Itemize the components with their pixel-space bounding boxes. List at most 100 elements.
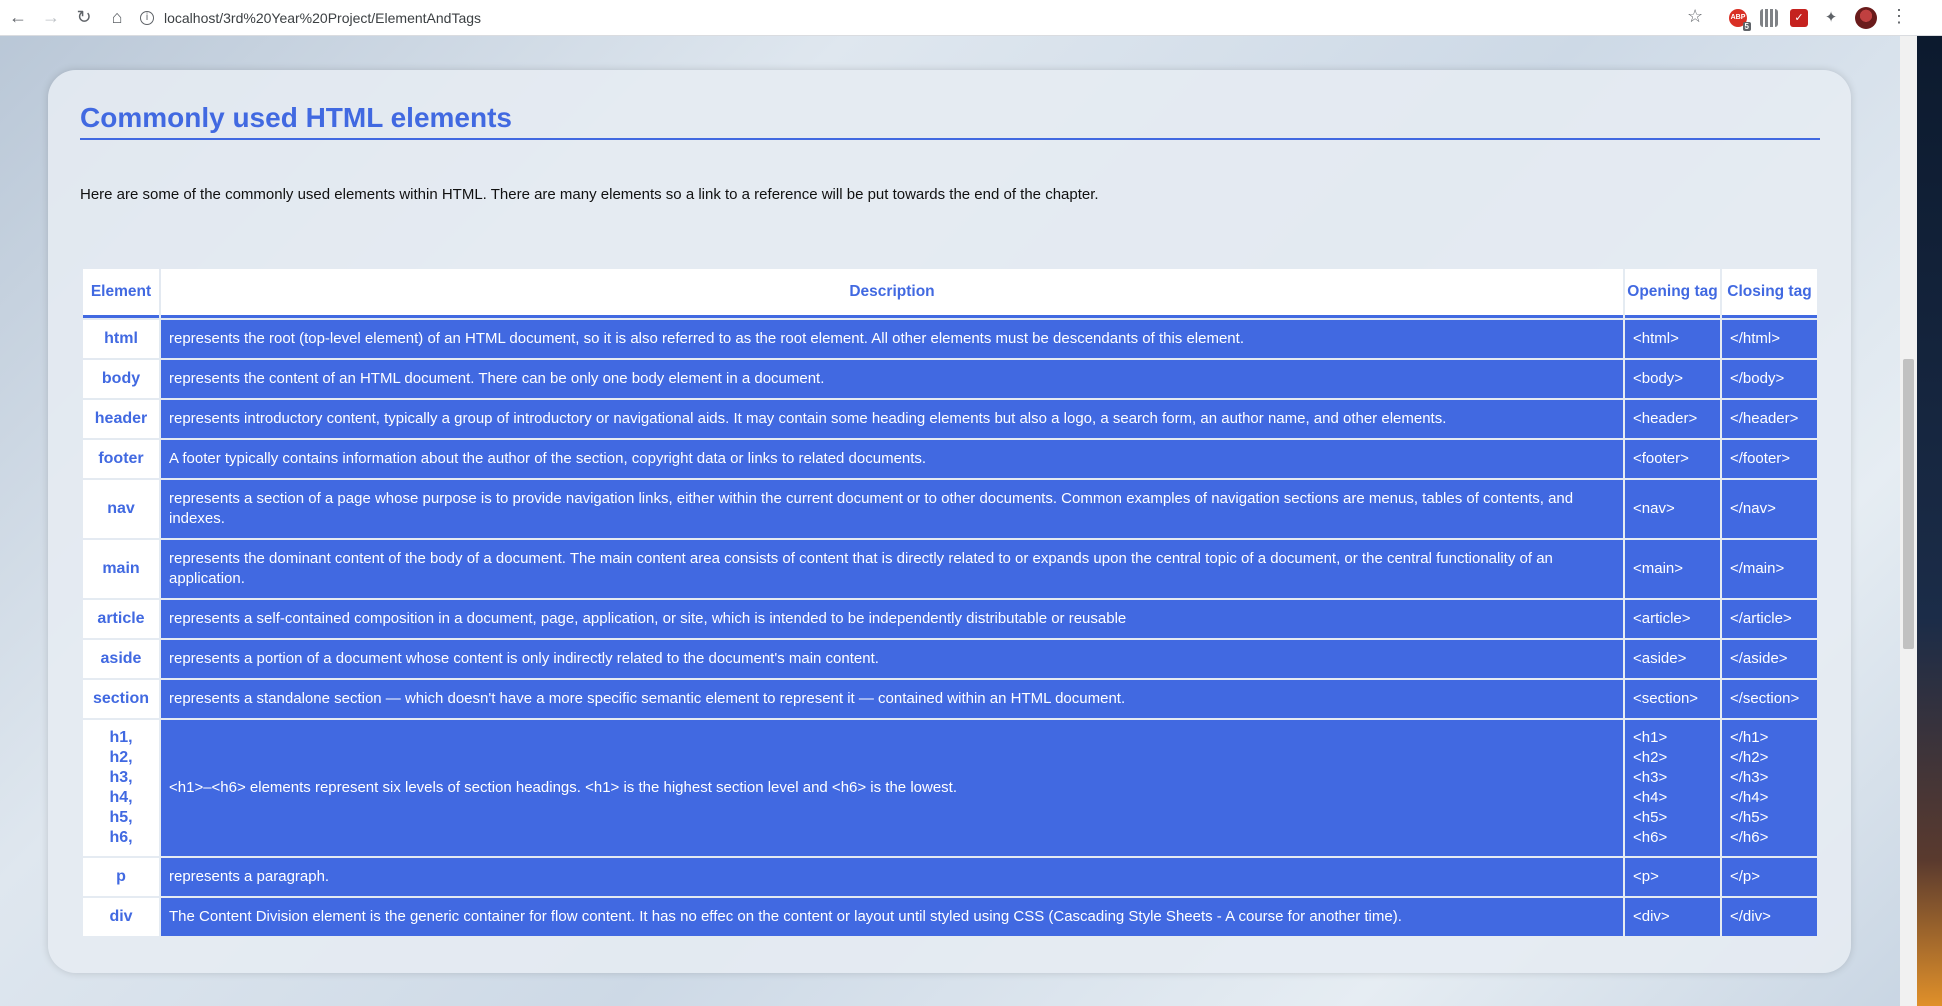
scrollbar-thumb[interactable]: [1903, 359, 1914, 649]
grid-extension-icon[interactable]: [1760, 9, 1778, 27]
opening-tag-h6: <h6>: [1633, 829, 1668, 846]
heading-element-h4: h4,: [109, 789, 133, 806]
opening-tag: <footer>: [1625, 440, 1720, 478]
closing-tag: </nav>: [1722, 480, 1817, 538]
element-name: div: [83, 898, 159, 936]
element-description: represents the content of an HTML docume…: [161, 360, 1623, 398]
bookmark-star-icon[interactable]: ☆: [1687, 6, 1703, 27]
adblock-extension-icon[interactable]: ABP 5: [1729, 9, 1751, 31]
closing-tag-h2: </h2>: [1730, 749, 1769, 766]
opening-tag-h4: <h4>: [1633, 789, 1668, 806]
closing-tag-h5: </h5>: [1730, 809, 1769, 826]
browser-menu-icon[interactable]: ⋮: [1890, 6, 1908, 27]
element-name: footer: [83, 440, 159, 478]
element-description: represents introductory content, typical…: [161, 400, 1623, 438]
page-scrollbar[interactable]: [1900, 36, 1917, 1006]
closing-tag: </main>: [1722, 540, 1817, 598]
element-description: The Content Division element is the gene…: [161, 898, 1623, 936]
address-bar[interactable]: i localhost/3rd%20Year%20Project/Element…: [140, 5, 1718, 31]
table-row: html represents the root (top-level elem…: [83, 320, 1817, 358]
table-row: footer A footer typically contains infor…: [83, 440, 1817, 478]
opening-tag: <header>: [1625, 400, 1720, 438]
element-name: header: [83, 400, 159, 438]
heading-element-h3: h3,: [109, 769, 133, 786]
opening-tag-h2: <h2>: [1633, 749, 1668, 766]
element-description: A footer typically contains information …: [161, 440, 1623, 478]
element-name: section: [83, 680, 159, 718]
heading-element-h5: h5,: [109, 809, 133, 826]
site-info-icon[interactable]: i: [140, 11, 154, 25]
table-row: h1, h2, h3, h4, h5, h6, <h1>–<h6> elemen…: [83, 720, 1817, 856]
home-icon[interactable]: ⌂: [102, 3, 132, 33]
opening-tag: <main>: [1625, 540, 1720, 598]
element-description: represents a standalone section — which …: [161, 680, 1623, 718]
browser-toolbar: ← → ↻ ⌂ i localhost/3rd%20Year%20Project…: [0, 0, 1942, 36]
element-name: p: [83, 858, 159, 896]
profile-avatar[interactable]: [1855, 7, 1877, 29]
reload-icon[interactable]: ↻: [69, 3, 99, 33]
element-name: main: [83, 540, 159, 598]
element-description: represents the root (top-level element) …: [161, 320, 1623, 358]
closing-tag: </p>: [1722, 858, 1817, 896]
title-divider: [80, 138, 1820, 140]
opening-tag: <p>: [1625, 858, 1720, 896]
closing-tag: </section>: [1722, 680, 1817, 718]
table-row: main represents the dominant content of …: [83, 540, 1817, 598]
forward-icon[interactable]: →: [36, 3, 66, 33]
table-row: nav represents a section of a page whose…: [83, 480, 1817, 538]
table-row: aside represents a portion of a document…: [83, 640, 1817, 678]
element-name: h1, h2, h3, h4, h5, h6,: [83, 720, 159, 856]
heading-element-h6: h6,: [109, 829, 133, 846]
opening-tag: <aside>: [1625, 640, 1720, 678]
elements-table: Element Description Opening tag Closing …: [81, 267, 1819, 938]
element-description: represents a self-contained composition …: [161, 600, 1623, 638]
pdf-extension-icon[interactable]: ✓: [1790, 9, 1808, 27]
closing-tag: </html>: [1722, 320, 1817, 358]
opening-tag-h1: <h1>: [1633, 729, 1668, 746]
table-row: body represents the content of an HTML d…: [83, 360, 1817, 398]
header-closing-tag: Closing tag: [1722, 269, 1817, 318]
element-description: represents a portion of a document whose…: [161, 640, 1623, 678]
table-row: article represents a self-contained comp…: [83, 600, 1817, 638]
opening-tag-h5: <h5>: [1633, 809, 1668, 826]
closing-tag: </h1> </h2> </h3> </h4> </h5> </h6>: [1722, 720, 1817, 856]
element-name: html: [83, 320, 159, 358]
closing-tag: </header>: [1722, 400, 1817, 438]
opening-tag: <div>: [1625, 898, 1720, 936]
background-strip: [1917, 36, 1942, 1006]
table-row: div The Content Division element is the …: [83, 898, 1817, 936]
opening-tag: <section>: [1625, 680, 1720, 718]
header-element: Element: [83, 269, 159, 318]
closing-tag-h1: </h1>: [1730, 729, 1769, 746]
heading-element-h1: h1,: [109, 729, 133, 746]
closing-tag: </div>: [1722, 898, 1817, 936]
intro-paragraph: Here are some of the commonly used eleme…: [80, 186, 1099, 203]
element-name: nav: [83, 480, 159, 538]
element-name: body: [83, 360, 159, 398]
element-description: represents a section of a page whose pur…: [161, 480, 1623, 538]
extensions-puzzle-icon[interactable]: ✦: [1822, 9, 1840, 27]
header-opening-tag: Opening tag: [1625, 269, 1720, 318]
closing-tag: </article>: [1722, 600, 1817, 638]
closing-tag-h3: </h3>: [1730, 769, 1769, 786]
header-description: Description: [161, 269, 1623, 318]
url-text[interactable]: localhost/3rd%20Year%20Project/ElementAn…: [164, 10, 481, 26]
table-row: header represents introductory content, …: [83, 400, 1817, 438]
element-name: aside: [83, 640, 159, 678]
closing-tag: </aside>: [1722, 640, 1817, 678]
element-description: <h1>–<h6> elements represent six levels …: [161, 720, 1623, 856]
heading-element-h2: h2,: [109, 749, 133, 766]
table-row: p represents a paragraph. <p> </p>: [83, 858, 1817, 896]
content-card: Commonly used HTML elements Here are som…: [48, 70, 1851, 973]
page-title: Commonly used HTML elements: [80, 102, 513, 133]
closing-tag: </footer>: [1722, 440, 1817, 478]
opening-tag: <body>: [1625, 360, 1720, 398]
closing-tag: </body>: [1722, 360, 1817, 398]
extension-badge-count: 5: [1742, 22, 1751, 31]
opening-tag-h3: <h3>: [1633, 769, 1668, 786]
element-name: article: [83, 600, 159, 638]
closing-tag-h4: </h4>: [1730, 789, 1769, 806]
back-icon[interactable]: ←: [3, 3, 33, 33]
table-header-row: Element Description Opening tag Closing …: [83, 269, 1817, 318]
opening-tag: <html>: [1625, 320, 1720, 358]
